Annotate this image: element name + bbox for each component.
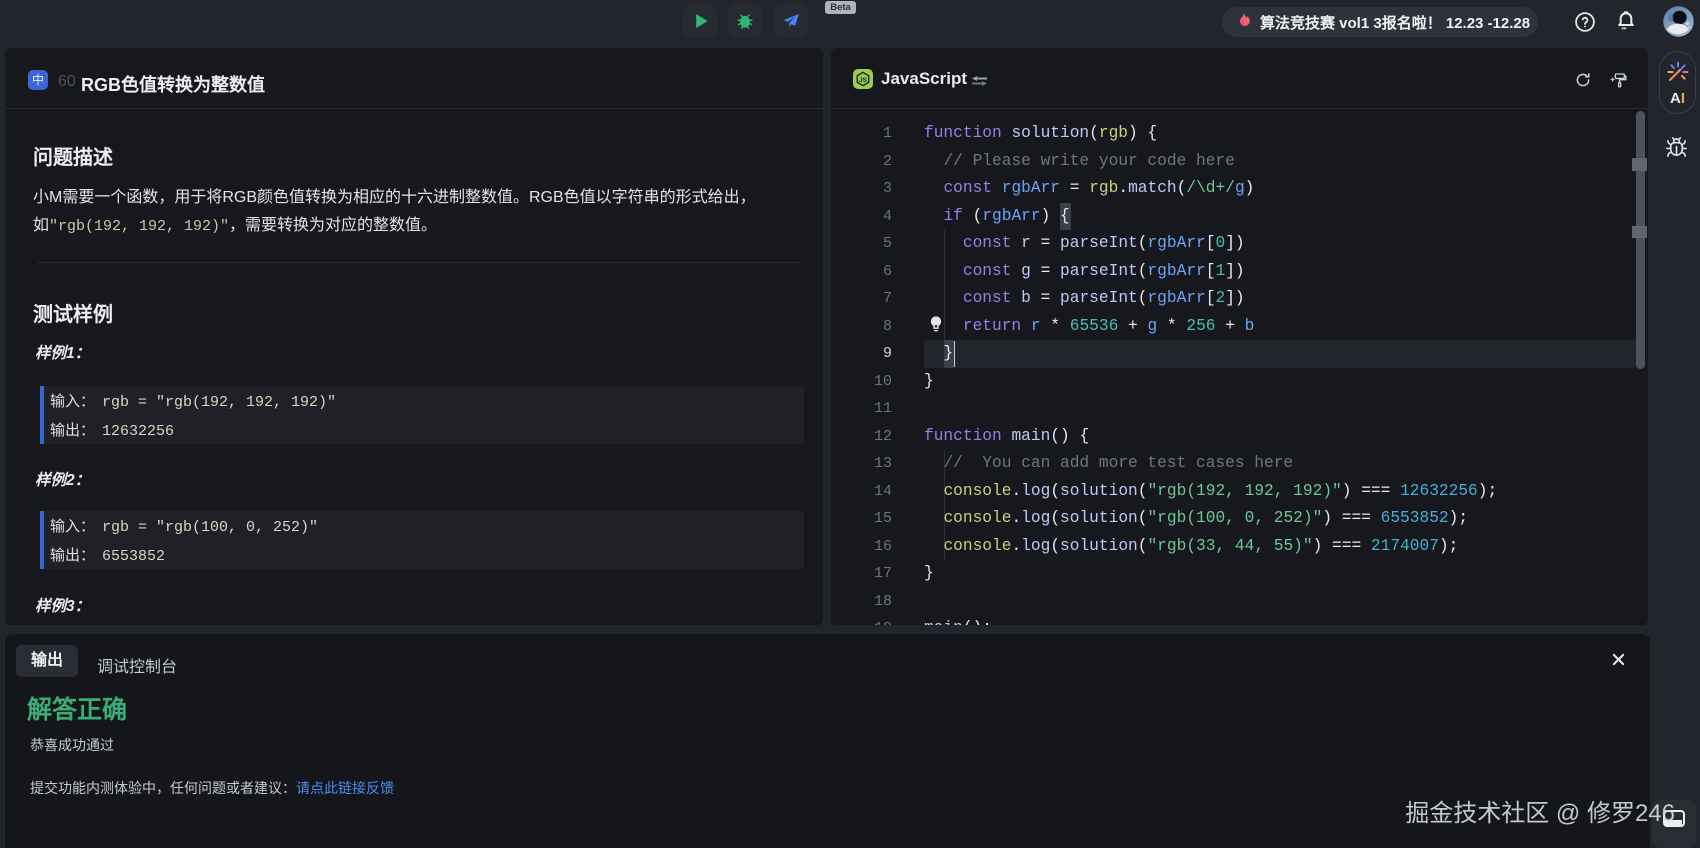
svg-text:JS: JS: [859, 77, 868, 84]
